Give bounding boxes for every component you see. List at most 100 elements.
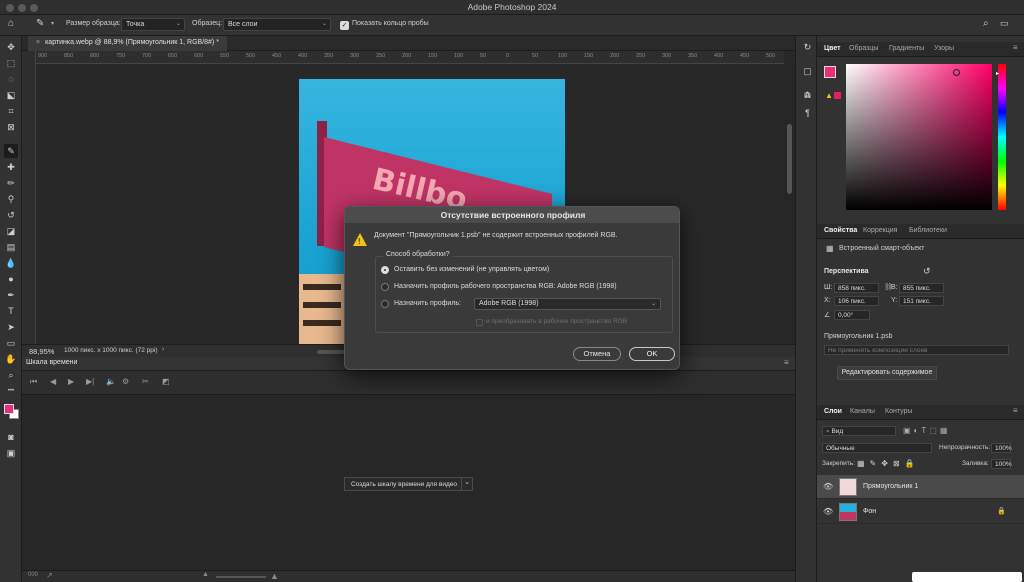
radio-assign-profile-label[interactable]: Назначить профиль:: [394, 300, 461, 307]
profile-select[interactable]: Adobe RGB (1998) ⌄: [474, 298, 661, 310]
eye-icon[interactable]: 👁: [823, 507, 833, 516]
timeline-tab[interactable]: Шкала времени: [26, 359, 77, 366]
cancel-button[interactable]: Отмена: [573, 347, 621, 361]
audio-icon[interactable]: 🔈: [106, 377, 116, 386]
history-icon[interactable]: ↻: [802, 42, 813, 54]
crop-tool-icon[interactable]: ⌗: [4, 104, 18, 118]
settings-icon[interactable]: ⚙: [122, 377, 129, 386]
gradient-tool-icon[interactable]: ▤: [4, 240, 18, 254]
tab-adjustments[interactable]: Коррекция: [863, 227, 897, 234]
layer-filter-select[interactable]: ⌕ Вид: [822, 426, 896, 436]
x-field[interactable]: 106 пикс.: [834, 296, 879, 306]
chevron-down-icon[interactable]: ⌄: [461, 477, 473, 491]
brush-tool-icon[interactable]: ✏: [4, 176, 18, 190]
first-frame-icon[interactable]: ⏮: [30, 377, 37, 387]
sample-select[interactable]: Все слои ⌄: [223, 18, 331, 31]
lock-icons[interactable]: ▦✎✥⊠🔒: [857, 459, 920, 468]
more-tools-icon[interactable]: •••: [4, 384, 18, 398]
gamut-warning-icon[interactable]: ▲: [825, 91, 833, 100]
color-picker-marker[interactable]: [953, 69, 960, 76]
tab-layers[interactable]: Слои: [824, 408, 842, 415]
layer-comp-select[interactable]: Не применять композиции слоев: [824, 345, 1009, 355]
color-field[interactable]: [846, 64, 992, 210]
screen-mode-icon[interactable]: ▣: [4, 446, 18, 460]
foreground-swatch[interactable]: [824, 66, 836, 78]
layer-filter-icons[interactable]: ▣◐T⬚▦: [903, 426, 950, 435]
radio-assign-profile[interactable]: [381, 300, 389, 308]
panel-menu-icon[interactable]: ≡: [784, 358, 789, 367]
history-brush-tool-icon[interactable]: ↺: [4, 208, 18, 222]
fill-field[interactable]: 100%: [991, 459, 1012, 469]
search-icon[interactable]: ⌕: [983, 18, 989, 29]
tab-color[interactable]: Цвет: [824, 45, 841, 52]
close-tab-icon[interactable]: ×: [36, 39, 40, 46]
show-ring-checkbox[interactable]: ✓: [340, 21, 349, 30]
dodge-tool-icon[interactable]: ●: [4, 272, 18, 286]
path-selection-tool-icon[interactable]: ➤: [4, 320, 18, 334]
tool-preset-chevron-icon[interactable]: ▾: [51, 20, 54, 27]
edit-contents-button[interactable]: Редактировать содержимое: [837, 366, 937, 380]
clone-stamp-tool-icon[interactable]: ⚲: [4, 192, 18, 206]
status-chevron-icon[interactable]: ›: [162, 346, 164, 353]
vertical-scrollbar[interactable]: [784, 64, 795, 344]
opacity-field[interactable]: 100%: [991, 443, 1012, 453]
tab-properties[interactable]: Свойства: [824, 227, 857, 234]
hue-marker-icon[interactable]: ▸: [996, 70, 999, 77]
workspace-icon[interactable]: ▭: [1000, 18, 1009, 29]
width-field[interactable]: 858 пикс.: [834, 283, 879, 293]
paragraph-icon[interactable]: ¶: [802, 108, 813, 120]
zoom-level[interactable]: 88,95%: [29, 347, 54, 356]
convert-checkbox[interactable]: [476, 319, 483, 326]
panel-menu-icon[interactable]: ≡: [1013, 43, 1018, 52]
healing-brush-tool-icon[interactable]: ✚: [4, 160, 18, 174]
sample-size-select[interactable]: Точка ⌄: [121, 18, 185, 31]
frame-rate-icon[interactable]: 000: [28, 572, 38, 578]
tab-channels[interactable]: Каналы: [850, 408, 875, 415]
radio-assign-working-rgb[interactable]: [381, 283, 389, 291]
hue-slider[interactable]: [998, 64, 1006, 210]
foreground-color-swatch[interactable]: [4, 404, 14, 414]
scroll-thumb[interactable]: [787, 124, 792, 194]
frame-tool-icon[interactable]: ⊠: [4, 120, 18, 134]
y-field[interactable]: 151 пикс.: [899, 296, 944, 306]
pen-tool-icon[interactable]: ✒: [4, 288, 18, 302]
type-tool-icon[interactable]: T: [4, 304, 18, 318]
eye-icon[interactable]: 👁: [823, 482, 833, 491]
radio-leave-as-is-label[interactable]: Оставить без изменений (не управлять цве…: [394, 266, 549, 273]
comments-icon[interactable]: ▢: [802, 66, 813, 78]
tab-patterns[interactable]: Узоры: [934, 45, 954, 52]
height-field[interactable]: 855 пикс.: [899, 283, 944, 293]
document-tab[interactable]: × картинка.webp @ 88,9% (Прямоугольник 1,…: [28, 36, 227, 51]
timeline-zoom-slider[interactable]: [216, 576, 266, 578]
eraser-tool-icon[interactable]: ◪: [4, 224, 18, 238]
eyedropper-tool-icon[interactable]: ✎: [4, 144, 18, 158]
layer-row[interactable]: 👁 Фон 🔒: [817, 500, 1024, 524]
tab-gradients[interactable]: Градиенты: [889, 45, 924, 52]
radio-leave-as-is[interactable]: [381, 266, 389, 274]
object-selection-tool-icon[interactable]: ⬕: [4, 88, 18, 102]
ok-button[interactable]: OK: [629, 347, 675, 361]
marquee-tool-icon[interactable]: ⬚: [4, 56, 18, 70]
panel-menu-icon[interactable]: ≡: [1013, 406, 1018, 415]
quick-mask-icon[interactable]: ◙: [4, 430, 18, 444]
play-icon[interactable]: ▶: [68, 377, 74, 386]
angle-field[interactable]: 0,00°: [834, 310, 870, 320]
create-video-timeline-button[interactable]: Создать шкалу времени для видео: [344, 477, 464, 491]
reset-transform-icon[interactable]: ↺: [923, 266, 931, 277]
character-icon[interactable]: A: [802, 90, 813, 102]
move-tool-icon[interactable]: ✥: [4, 40, 18, 54]
transition-icon[interactable]: ◩: [162, 377, 170, 386]
next-frame-icon[interactable]: ▶|: [86, 377, 94, 386]
rectangle-tool-icon[interactable]: ▭: [4, 336, 18, 350]
blur-tool-icon[interactable]: 💧: [4, 256, 18, 270]
tab-libraries[interactable]: Библиотеки: [909, 227, 947, 234]
tab-swatches[interactable]: Образцы: [849, 45, 878, 52]
layer-row[interactable]: 👁 Прямоугольник 1: [817, 475, 1024, 499]
blend-mode-select[interactable]: Обычные: [822, 443, 932, 453]
eyedropper-icon[interactable]: ✎: [36, 18, 44, 29]
split-icon[interactable]: ✂: [142, 377, 149, 386]
hand-tool-icon[interactable]: ✋: [4, 352, 18, 366]
zoom-in-icon[interactable]: ▲: [270, 571, 279, 581]
radio-assign-working-rgb-label[interactable]: Назначить профиль рабочего пространства …: [394, 283, 617, 290]
zoom-out-icon[interactable]: ▲: [202, 571, 209, 578]
